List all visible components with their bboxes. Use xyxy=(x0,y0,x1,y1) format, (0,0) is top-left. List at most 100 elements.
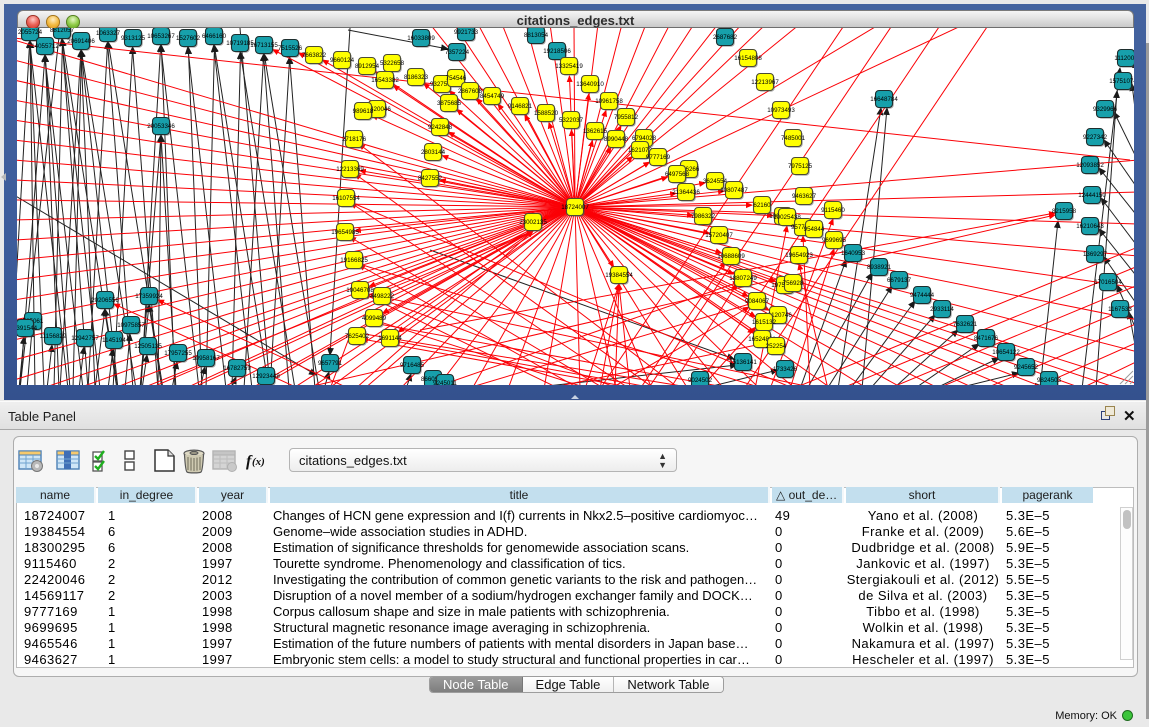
svg-text:2803144: 2803144 xyxy=(421,149,446,156)
svg-text:6497568: 6497568 xyxy=(665,171,690,178)
svg-text:15751074: 15751074 xyxy=(1109,78,1134,85)
svg-text:3624554: 3624554 xyxy=(703,178,728,185)
svg-text:13640910: 13640910 xyxy=(576,81,604,88)
svg-text:23002135: 23002135 xyxy=(519,219,547,226)
svg-text:6679137: 6679137 xyxy=(887,277,912,284)
svg-text:5322037: 5322037 xyxy=(559,117,584,124)
svg-text:1615132: 1615132 xyxy=(752,319,777,326)
svg-text:9660124: 9660124 xyxy=(330,57,355,64)
svg-text:9146821: 9146821 xyxy=(508,103,533,110)
svg-text:4498222: 4498222 xyxy=(370,293,395,300)
svg-text:2933114: 2933114 xyxy=(930,306,954,313)
svg-text:10961758: 10961758 xyxy=(595,98,623,105)
svg-text:(x): (x) xyxy=(252,456,265,468)
svg-text:252254: 252254 xyxy=(766,343,787,350)
svg-text:12923448: 12923448 xyxy=(252,373,280,380)
svg-text:1369297: 1369297 xyxy=(1083,251,1108,258)
svg-text:10654122: 10654122 xyxy=(992,349,1020,356)
svg-text:1588520: 1588520 xyxy=(534,110,559,117)
svg-text:9777169: 9777169 xyxy=(646,154,671,161)
svg-text:9716485: 9716485 xyxy=(400,362,425,369)
svg-text:9242848: 9242848 xyxy=(428,124,453,131)
svg-text:18724007: 18724007 xyxy=(561,204,589,211)
svg-text:16210643: 16210643 xyxy=(1076,223,1104,230)
svg-text:4099489: 4099489 xyxy=(362,315,387,322)
svg-text:989618: 989618 xyxy=(353,108,374,115)
svg-text:8990448: 8990448 xyxy=(604,136,629,143)
svg-text:8812057: 8812057 xyxy=(50,28,75,34)
svg-text:2718176: 2718176 xyxy=(342,136,367,143)
svg-text:5322658: 5322658 xyxy=(380,60,405,67)
svg-text:19166825: 19166825 xyxy=(340,257,368,264)
svg-text:7986322: 7986322 xyxy=(691,213,716,220)
svg-text:1621072: 1621072 xyxy=(628,147,653,154)
svg-text:1063327: 1063327 xyxy=(96,30,121,37)
svg-text:16782759: 16782759 xyxy=(223,365,251,372)
svg-text:7632621: 7632621 xyxy=(953,321,978,328)
svg-text:8186323: 8186323 xyxy=(404,74,429,81)
svg-text:756928: 756928 xyxy=(783,280,804,287)
svg-text:3875685: 3875685 xyxy=(437,100,462,107)
svg-text:9824503: 9824503 xyxy=(1037,377,1062,384)
svg-text:12093852: 12093852 xyxy=(1076,162,1104,169)
svg-text:9921733: 9921733 xyxy=(454,29,479,36)
svg-text:9024502: 9024502 xyxy=(688,377,713,384)
svg-text:10688609: 10688609 xyxy=(717,253,745,260)
svg-text:10653267: 10653267 xyxy=(147,33,175,40)
svg-text:1640953: 1640953 xyxy=(841,250,866,257)
svg-text:7663822: 7663822 xyxy=(302,52,327,59)
svg-text:16648784: 16648784 xyxy=(870,96,898,103)
svg-text:8912954: 8912954 xyxy=(355,63,380,70)
svg-text:1691144: 1691144 xyxy=(378,335,402,342)
svg-text:1527602: 1527602 xyxy=(176,35,201,42)
svg-text:8813054: 8813054 xyxy=(524,32,549,39)
svg-text:18807249: 18807249 xyxy=(729,275,757,282)
svg-text:12213369: 12213369 xyxy=(336,166,364,173)
svg-text:1167533: 1167533 xyxy=(1108,306,1132,313)
svg-text:16154808: 16154808 xyxy=(734,55,762,62)
svg-text:16107554: 16107554 xyxy=(332,195,360,202)
svg-text:9245652: 9245652 xyxy=(1014,364,1039,371)
svg-text:12213967: 12213967 xyxy=(751,79,779,86)
svg-text:20053346: 20053346 xyxy=(147,123,175,130)
svg-text:19654985: 19654985 xyxy=(331,229,359,236)
svg-text:7955812: 7955812 xyxy=(614,114,639,121)
svg-text:10973493: 10973493 xyxy=(767,107,795,114)
svg-text:9329966: 9329966 xyxy=(1093,106,1118,113)
svg-text:21364436: 21364436 xyxy=(672,189,700,196)
svg-text:20691406: 20691406 xyxy=(67,38,95,45)
svg-text:9084067: 9084067 xyxy=(745,298,770,305)
svg-text:1362615: 1362615 xyxy=(583,128,608,135)
svg-text:19218506: 19218506 xyxy=(543,48,571,55)
svg-text:17016504: 17016504 xyxy=(1094,279,1122,286)
svg-text:7391544: 7391544 xyxy=(17,325,38,332)
svg-text:9463627: 9463627 xyxy=(792,193,817,200)
svg-text:8471676: 8471676 xyxy=(974,335,999,342)
svg-text:14055712: 14055712 xyxy=(31,43,59,50)
svg-text:15720407: 15720407 xyxy=(705,232,733,239)
svg-text:12444150: 12444150 xyxy=(1078,192,1106,199)
svg-text:16713155: 16713155 xyxy=(250,42,278,49)
svg-text:2687682: 2687682 xyxy=(713,34,738,41)
svg-text:9227342: 9227342 xyxy=(1083,134,1108,141)
svg-text:8938921: 8938921 xyxy=(867,264,892,271)
svg-text:1112005: 1112005 xyxy=(1114,55,1134,62)
svg-text:1145194: 1145194 xyxy=(102,337,126,344)
svg-text:1733426: 1733426 xyxy=(773,366,798,373)
svg-text:16033809: 16033809 xyxy=(407,35,435,42)
svg-text:9245011: 9245011 xyxy=(433,380,457,385)
svg-text:19654923: 19654923 xyxy=(785,252,813,259)
svg-text:7357224: 7357224 xyxy=(445,49,470,56)
svg-text:11156829: 11156829 xyxy=(40,333,67,340)
svg-text:20206556: 20206556 xyxy=(91,297,119,304)
svg-text:6466160: 6466160 xyxy=(202,33,227,40)
svg-text:16543382: 16543382 xyxy=(371,77,399,84)
svg-text:9115460: 9115460 xyxy=(821,207,845,214)
svg-text:2867608: 2867608 xyxy=(458,88,483,95)
svg-text:19384554: 19384554 xyxy=(605,272,633,279)
svg-text:12505135: 12505135 xyxy=(134,343,162,350)
svg-text:9657791: 9657791 xyxy=(318,360,343,367)
svg-text:17359924: 17359924 xyxy=(135,293,163,300)
svg-text:7625402: 7625402 xyxy=(345,333,370,340)
svg-text:7485001: 7485001 xyxy=(781,135,806,142)
